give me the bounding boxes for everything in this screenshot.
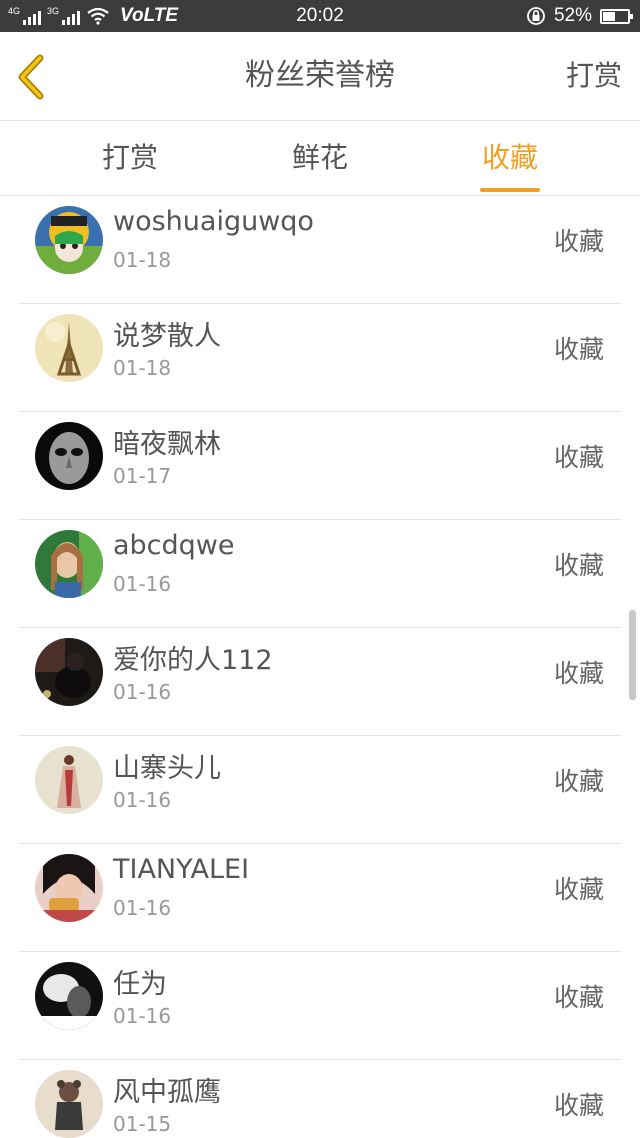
app-header: 粉丝荣誉榜 打赏 xyxy=(0,32,640,121)
user-name: 山寨头儿 xyxy=(113,753,221,784)
active-tab-indicator xyxy=(480,188,540,192)
avatar xyxy=(35,314,103,382)
favorite-label: 收藏 xyxy=(553,875,604,904)
list-item[interactable]: woshuaiguwqo 01-18 收藏 xyxy=(18,196,622,304)
list-item[interactable]: TIANYALEI 01-16 收藏 xyxy=(18,844,622,952)
tab-reward-label: 打赏 xyxy=(101,141,158,174)
user-name: 任为 xyxy=(113,969,167,1000)
reward-button[interactable]: 打赏 xyxy=(566,32,622,120)
avatar xyxy=(35,206,103,274)
favorite-label: 收藏 xyxy=(553,551,604,580)
tab-favorites-label: 收藏 xyxy=(481,141,538,174)
favorite-label: 收藏 xyxy=(553,659,604,688)
avatar xyxy=(35,530,103,598)
tab-favorites[interactable]: 收藏 xyxy=(450,121,570,195)
favorite-date: 01-16 xyxy=(113,788,172,812)
user-name: 风中孤鹰 xyxy=(113,1077,221,1108)
favorite-label: 收藏 xyxy=(553,767,604,796)
avatar xyxy=(35,638,103,706)
back-arrow-icon[interactable] xyxy=(14,54,54,100)
favorite-date: 01-16 xyxy=(113,572,172,596)
list-item[interactable]: abcdqwe 01-16 收藏 xyxy=(18,520,622,628)
favorite-date: 01-17 xyxy=(113,464,172,488)
avatar xyxy=(35,962,103,1030)
avatar xyxy=(35,422,103,490)
avatar xyxy=(35,854,103,922)
rotation-lock-icon xyxy=(527,7,545,25)
user-name: 暗夜飘林 xyxy=(113,429,221,460)
favorite-date: 01-15 xyxy=(113,1112,172,1136)
favorite-date: 01-18 xyxy=(113,248,172,272)
favorite-label: 收藏 xyxy=(553,983,604,1012)
status-right: 52% xyxy=(526,0,633,32)
list-scrollbar[interactable] xyxy=(629,610,636,700)
list-item[interactable]: 说梦散人 01-18 收藏 xyxy=(18,304,622,412)
favorite-label: 收藏 xyxy=(553,227,604,256)
list-item[interactable]: 爱你的人112 01-16 收藏 xyxy=(18,628,622,736)
list-item[interactable]: 任为 01-16 收藏 xyxy=(18,952,622,1060)
battery-icon xyxy=(600,8,633,24)
user-name: 说梦散人 xyxy=(113,321,221,352)
favorite-date: 01-18 xyxy=(113,356,172,380)
list-item[interactable]: 山寨头儿 01-16 收藏 xyxy=(18,736,622,844)
tab-flowers[interactable]: 鲜花 xyxy=(260,121,380,195)
list-item[interactable]: 暗夜飘林 01-17 收藏 xyxy=(18,412,622,520)
favorite-date: 01-16 xyxy=(113,896,172,920)
tab-flowers-label: 鲜花 xyxy=(291,141,348,174)
battery-percent: 52% xyxy=(553,5,592,26)
favorite-label: 收藏 xyxy=(553,335,604,364)
status-bar: 4G 3G VoLTE 20:02 52% xyxy=(0,0,640,32)
user-name: woshuaiguwqo xyxy=(113,206,314,237)
list-item[interactable]: 风中孤鹰 01-15 收藏 xyxy=(18,1060,622,1138)
battery-fill xyxy=(603,11,616,21)
user-name: abcdqwe xyxy=(113,530,235,561)
tab-reward[interactable]: 打赏 xyxy=(70,121,190,195)
avatar xyxy=(35,1070,103,1138)
favorite-date: 01-16 xyxy=(113,1004,172,1028)
favorite-label: 收藏 xyxy=(553,1091,604,1120)
fan-list: woshuaiguwqo 01-18 收藏 说梦散人 01-18 收藏 暗夜飘林… xyxy=(0,196,640,1138)
user-name: TIANYALEI xyxy=(113,854,250,885)
page-title: 粉丝荣誉榜 xyxy=(245,58,395,93)
favorite-label: 收藏 xyxy=(553,443,604,472)
avatar xyxy=(35,746,103,814)
favorite-date: 01-16 xyxy=(113,680,172,704)
tab-bar: 打赏 鲜花 收藏 xyxy=(0,121,640,196)
user-name: 爱你的人112 xyxy=(113,645,273,676)
